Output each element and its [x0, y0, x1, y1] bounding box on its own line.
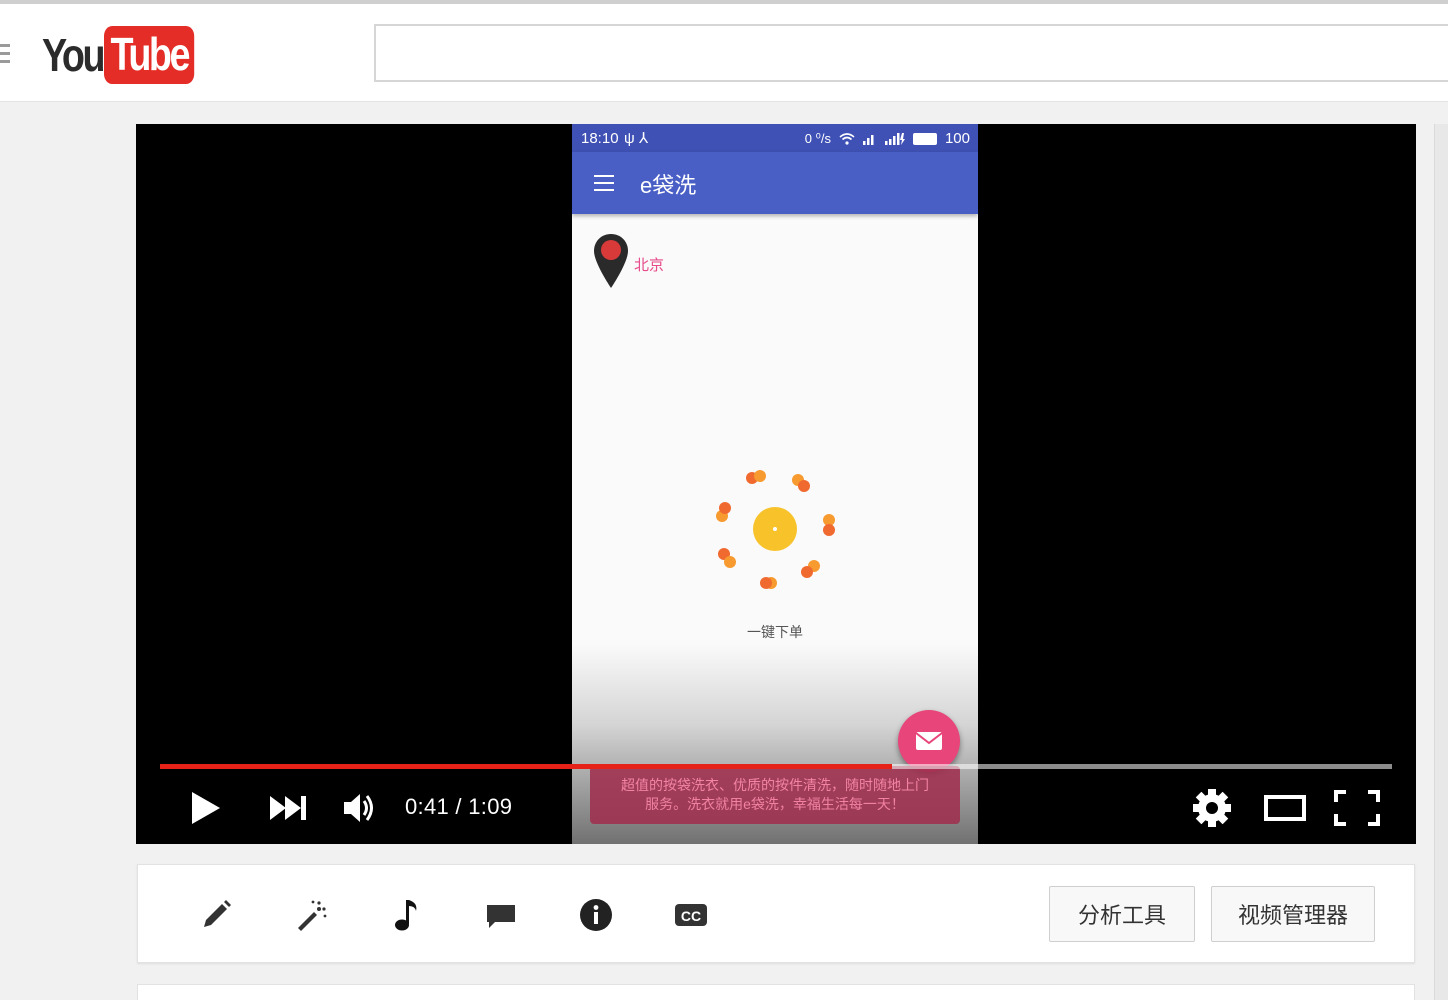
next-icon[interactable]: [268, 794, 308, 822]
next-panel: [137, 984, 1415, 1000]
mail-icon: [915, 732, 943, 750]
one-click-order-label: 一键下单: [747, 624, 803, 640]
app-title: e袋洗: [640, 173, 697, 198]
page-scrollbar[interactable]: [1434, 124, 1448, 1000]
loading-spinner-graphic: [716, 470, 835, 589]
theater-mode-icon[interactable]: [1264, 794, 1306, 822]
subtitles-button[interactable]: CC: [671, 895, 711, 935]
video-edit-toolbar: CC 分析工具 视频管理器: [137, 864, 1415, 963]
svg-text:CC: CC: [681, 908, 701, 924]
progress-played: [160, 764, 892, 769]
status-right-group: 0 ⁰/s 100: [805, 130, 970, 147]
status-time: 18:10: [581, 130, 619, 147]
logo-tube-text: Tube: [104, 26, 196, 84]
status-net-speed: 0 ⁰/s: [804, 130, 831, 146]
guide-menu-icon[interactable]: [0, 44, 12, 66]
volume-icon[interactable]: [342, 790, 378, 826]
masthead: You Tube: [0, 4, 1448, 102]
logo-you-text: You: [42, 29, 106, 81]
progress-bar[interactable]: [160, 764, 1392, 769]
settings-gear-icon[interactable]: [1192, 788, 1232, 828]
annotations-button[interactable]: [481, 895, 521, 935]
battery-icon: [912, 132, 937, 145]
magic-wand-icon: [298, 900, 327, 931]
app-toolbar: e袋洗: [572, 152, 978, 214]
status-usb-icons: ψ ⅄: [624, 130, 649, 147]
app-menu-icon: [594, 175, 614, 191]
battery-level: 100: [944, 130, 970, 147]
info-icon: [580, 899, 612, 931]
music-note-icon: [395, 900, 417, 931]
cards-button[interactable]: [576, 895, 616, 935]
analytics-button[interactable]: 分析工具: [1049, 886, 1195, 942]
phone-status-bar: 18:10 ψ ⅄ 0 ⁰/s 100: [572, 124, 978, 152]
wifi-icon: [839, 132, 855, 145]
search-input[interactable]: [374, 24, 1448, 82]
audio-button[interactable]: [386, 895, 426, 935]
time-display: 0:41 / 1:09: [405, 794, 513, 819]
player-control-bar: 0:41 / 1:09: [136, 774, 1416, 844]
cc-icon: CC: [675, 904, 707, 926]
city-label: 北京: [634, 257, 665, 274]
edit-info-button[interactable]: [196, 895, 236, 935]
comment-icon: [487, 905, 515, 928]
video-player[interactable]: 18:10 ψ ⅄ 0 ⁰/s 100 e袋洗 北京 一键下单 超值的按袋洗衣、…: [136, 124, 1416, 844]
video-frame-phone-screen: 18:10 ψ ⅄ 0 ⁰/s 100 e袋洗 北京 一键下单 超值的按袋洗衣、…: [572, 124, 978, 844]
video-manager-button[interactable]: 视频管理器: [1211, 886, 1375, 942]
signal-icon: [862, 132, 905, 145]
pencil-icon: [204, 900, 231, 927]
play-icon[interactable]: [190, 790, 222, 826]
enhancements-button[interactable]: [291, 895, 331, 935]
location-pin-icon: [594, 234, 628, 288]
mail-fab-button: [898, 710, 960, 772]
youtube-logo[interactable]: You Tube: [42, 24, 215, 86]
fullscreen-icon[interactable]: [1334, 790, 1380, 826]
